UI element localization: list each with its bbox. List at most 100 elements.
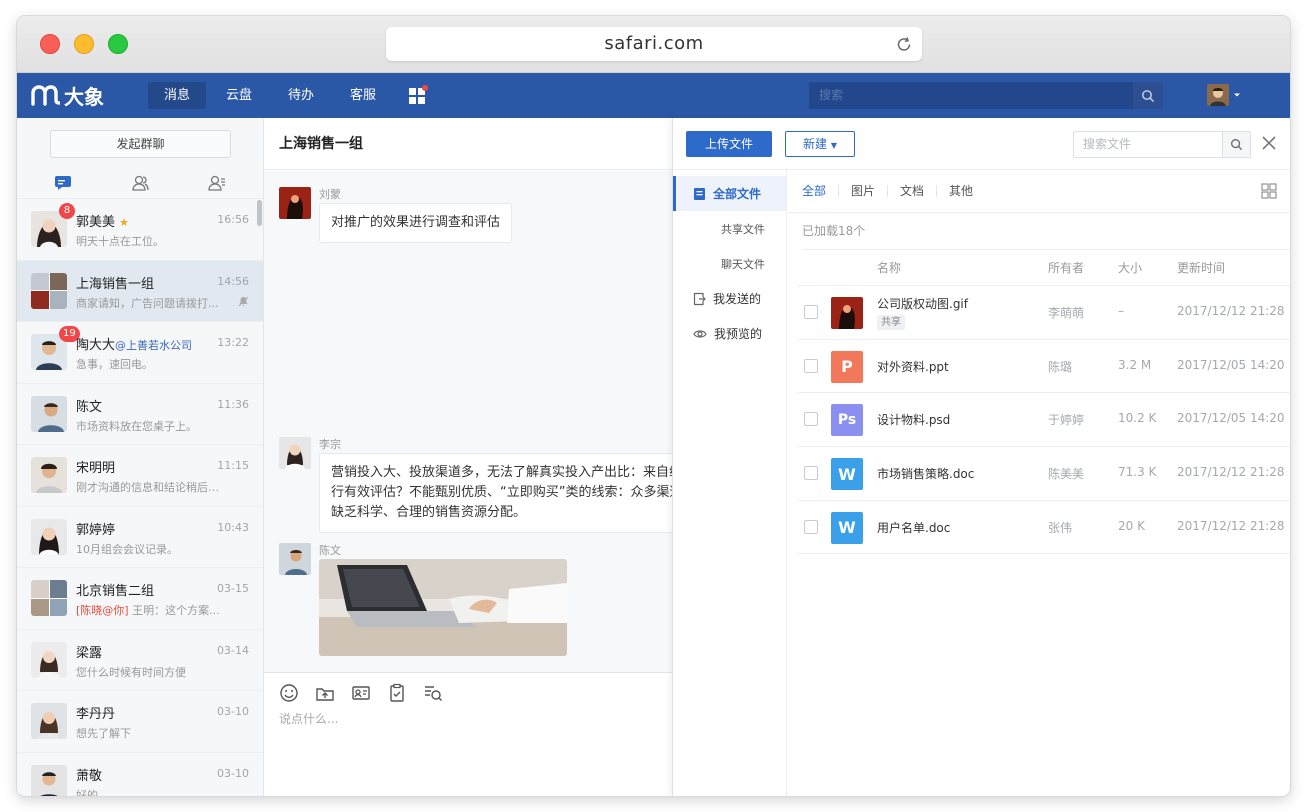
file-type-filter: 全部 图片 文档 其他 (788, 170, 1290, 213)
table-row[interactable]: Ps 设计物料.psd 于婷婷 10.2 K 2017/12/05 14:20 (798, 393, 1290, 448)
upload-file-button[interactable]: 上传文件 (686, 131, 772, 157)
conversation-time: 03-10 (217, 766, 249, 780)
nav-previewed-files[interactable]: 我预览的 (673, 316, 786, 351)
conversation-item[interactable]: 19 陶大大@上善若水公司 13:22 急事，速回电。 (17, 321, 263, 383)
column-owner[interactable]: 所有者 (1048, 250, 1084, 286)
chat-title: 上海销售一组 (264, 118, 672, 170)
new-button[interactable]: 新建 ▼ (785, 131, 855, 157)
upload-file-icon[interactable] (315, 683, 335, 703)
message-bubble[interactable]: 对推广的效果进行调查和评估 (319, 203, 513, 243)
nav-cloud-drive[interactable]: 云盘 (210, 82, 268, 109)
gif-file-icon (831, 297, 863, 329)
minimize-window-button[interactable] (74, 34, 94, 54)
table-row[interactable]: 公司版权动图.gif 共享 李萌萌 – 2017/12/12 21:28 (798, 286, 1290, 340)
row-checkbox[interactable] (804, 519, 818, 534)
filter-images[interactable]: 图片 (838, 185, 887, 197)
message-bubble[interactable]: 营销投入大、投放渠道多，无法了解真实投入产出比：来自线上 行有效评估？不能甄别优… (319, 453, 672, 533)
psd-file-icon: Ps (831, 404, 863, 437)
file-name[interactable]: 设计物料.psd (877, 411, 950, 428)
conversation-item[interactable]: 李丹丹 03-10 想先了解下 (17, 690, 263, 752)
nav-support[interactable]: 客服 (334, 82, 392, 109)
conversation-item[interactable]: 上海销售一组 14:56 商家请知，广告问题请拨打... (17, 259, 263, 321)
column-size[interactable]: 大小 (1118, 250, 1142, 286)
nav-sent-files[interactable]: 我发送的 (673, 281, 786, 316)
filter-documents[interactable]: 文档 (887, 185, 936, 197)
tab-org[interactable] (197, 171, 237, 195)
global-search[interactable]: 搜索 (809, 82, 1163, 109)
message-image[interactable] (319, 559, 567, 656)
search-icon (1231, 139, 1243, 151)
conversation-item[interactable]: 8 郭美美 ★ 16:56 明天十点在工位。 (17, 198, 263, 260)
conversation-sidebar: 发起群聊 8 郭美美 ★ 16:56 明天十点在工位。 上海销售一组 14:56… (17, 118, 264, 796)
conversation-name: 陶大大@上善若水公司 (76, 338, 193, 353)
file-updated: 2017/12/05 14:20 (1177, 357, 1285, 372)
row-checkbox[interactable] (804, 412, 818, 427)
apps-grid-icon[interactable] (407, 85, 429, 107)
filter-other[interactable]: 其他 (936, 185, 985, 197)
message-list: 刘蒙 对推广的效果进行调查和评估 李宗 营销投入大、投放渠道多，无法了解真实投入… (264, 171, 672, 672)
safari-window: safari.com 大象 消息 云盘 待办 客服 搜索 发起群聊 8 郭美美 … (17, 16, 1290, 796)
table-row[interactable]: P 对外资料.ppt 陈璐 3.2 M 2017/12/05 14:20 (798, 340, 1290, 394)
conversation-item[interactable]: 宋明明 11:15 刚才沟通的信息和结论稍后我... (17, 444, 263, 506)
grid-view-icon[interactable] (1261, 183, 1277, 199)
global-search-button[interactable] (1133, 82, 1163, 109)
filter-all[interactable]: 全部 (802, 185, 838, 197)
reload-icon[interactable] (894, 34, 914, 54)
nav-messages[interactable]: 消息 (148, 82, 206, 109)
table-row[interactable]: W 用户名单.doc 张伟 20 K 2017/12/12 21:28 (798, 501, 1290, 555)
message-input[interactable]: 说点什么... (279, 710, 338, 727)
emoji-icon[interactable] (279, 683, 299, 703)
file-name[interactable]: 用户名单.doc (877, 519, 950, 536)
close-icon[interactable] (1261, 135, 1277, 151)
history-search-icon[interactable] (423, 683, 443, 703)
file-search[interactable]: 搜索文件 (1073, 131, 1251, 158)
file-name[interactable]: 市场销售策略.doc (877, 465, 974, 482)
conversation-item[interactable]: 北京销售二组 03-15 [陈晓@你] 王明：这个方案... (17, 567, 263, 629)
file-updated: 2017/12/12 21:28 (1177, 465, 1285, 480)
message-sender: 刘蒙 (319, 188, 341, 201)
conversation-name: 梁露 (76, 645, 103, 661)
files-main: 全部 图片 文档 其他 已加载18个 名称 所有者 大小 更新时间 公司版权动图… (788, 170, 1290, 796)
conversation-item[interactable]: 萧敬 03-10 好的 (17, 751, 263, 796)
conversation-item[interactable]: 梁露 03-14 您什么时候有时间方便 (17, 628, 263, 691)
chat-bubble-icon (55, 176, 72, 190)
avatar (31, 764, 67, 796)
start-group-chat-button[interactable]: 发起群聊 (50, 130, 231, 158)
file-search-button[interactable] (1222, 132, 1250, 157)
conversation-time: 14:56 (217, 274, 249, 288)
conversation-item[interactable]: 郭婷婷 10:43 10月组会会议记录。 (17, 505, 263, 568)
close-window-button[interactable] (40, 34, 60, 54)
loaded-count: 已加载18个 (802, 213, 1290, 250)
contact-card-icon[interactable] (351, 683, 371, 703)
row-checkbox[interactable] (804, 466, 818, 481)
address-bar[interactable]: safari.com (386, 27, 922, 61)
row-checkbox[interactable] (804, 305, 818, 319)
group-avatar (31, 580, 67, 616)
mute-icon (238, 296, 249, 306)
task-clipboard-icon[interactable] (387, 683, 407, 703)
file-search-input[interactable]: 搜索文件 (1083, 132, 1131, 157)
app-logo[interactable]: 大象 (30, 81, 104, 109)
file-size: 20 K (1118, 518, 1145, 533)
column-updated[interactable]: 更新时间 (1177, 250, 1225, 286)
conversation-item[interactable]: 陈文 11:36 市场资料放在您桌子上。 (17, 382, 263, 445)
nav-all-files[interactable]: 全部文件 (673, 176, 786, 211)
file-name[interactable]: 对外资料.ppt (877, 358, 949, 375)
chevron-down-icon (1234, 93, 1240, 97)
file-owner: 陈美美 (1048, 467, 1085, 482)
composer-toolbar (279, 683, 443, 703)
zoom-window-button[interactable] (108, 34, 128, 54)
table-row[interactable]: W 市场销售策略.doc 陈美美 71.3 K 2017/12/12 21:28 (798, 447, 1290, 501)
file-name[interactable]: 公司版权动图.gif (877, 295, 968, 312)
global-search-input[interactable]: 搜索 (819, 82, 843, 109)
column-name[interactable]: 名称 (877, 250, 901, 286)
user-menu[interactable] (1207, 84, 1241, 106)
row-checkbox[interactable] (804, 358, 818, 373)
tab-contacts[interactable] (120, 171, 160, 195)
conversation-scrollbar[interactable] (257, 200, 262, 226)
nav-shared-files[interactable]: 共享文件 (673, 211, 786, 246)
nav-chat-files[interactable]: 聊天文件 (673, 246, 786, 281)
nav-todo[interactable]: 待办 (272, 82, 330, 109)
user-avatar (1207, 84, 1229, 106)
tab-chats[interactable] (43, 171, 83, 195)
